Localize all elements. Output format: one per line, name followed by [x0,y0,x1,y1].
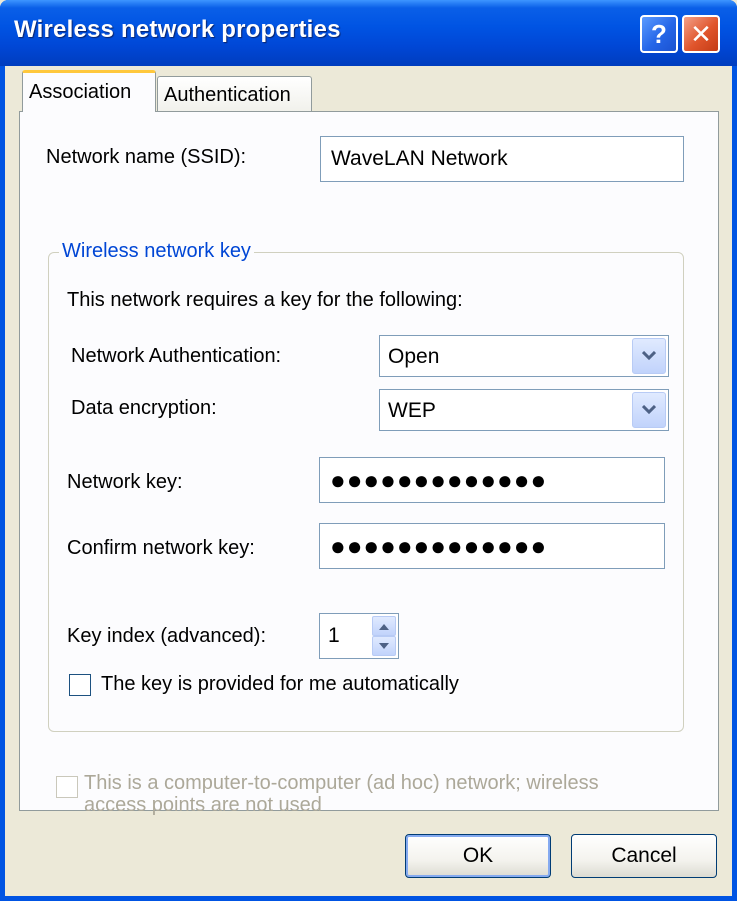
key-intro-text: This network requires a key for the foll… [67,289,463,311]
chevron-down-icon[interactable] [632,338,666,374]
spin-down-icon[interactable] [372,636,396,656]
cancel-button-label: Cancel [611,844,677,867]
network-key-label: Network key: [67,471,183,493]
confirm-key-input[interactable]: ●●●●●●●●●●●●● [319,523,665,569]
network-authentication-select[interactable]: Open [379,335,669,377]
dialog-window: Wireless network properties ? ✕ Associat… [0,0,737,901]
auto-key-label: The key is provided for me automatically [101,673,459,695]
group-title: Wireless network key [59,240,254,263]
window-title: Wireless network properties [14,16,341,43]
tab-association[interactable]: Association [22,70,156,112]
auto-key-checkbox[interactable] [69,674,91,696]
key-index-value: 1 [328,624,340,647]
chevron-down-icon[interactable] [632,392,666,428]
tab-association-label: Association [29,81,132,103]
adhoc-label-line1: This is a computer-to-computer (ad hoc) … [84,772,599,794]
key-index-spinner[interactable]: 1 [319,613,399,659]
question-mark-icon: ? [651,18,667,49]
help-button[interactable]: ? [640,15,678,53]
tab-panel-association: Network name (SSID): WaveLAN Network Wir… [19,111,719,816]
close-icon: ✕ [690,18,712,49]
cancel-button[interactable]: Cancel [571,834,717,878]
data-encryption-label: Data encryption: [71,397,217,419]
ok-button[interactable]: OK [405,834,551,878]
data-encryption-value: WEP [388,399,436,422]
ssid-value: WaveLAN Network [331,147,508,170]
title-bar[interactable]: Wireless network properties ? ✕ [0,0,737,66]
network-authentication-value: Open [388,345,440,368]
tab-authentication-label: Authentication [164,84,291,106]
key-index-label: Key index (advanced): [67,625,267,647]
tab-authentication[interactable]: Authentication [157,76,312,114]
spin-up-icon[interactable] [372,616,396,636]
wireless-key-group: Wireless network key This network requir… [48,240,684,732]
network-authentication-label: Network Authentication: [71,345,282,367]
ssid-input[interactable]: WaveLAN Network [320,136,684,182]
data-encryption-select[interactable]: WEP [379,389,669,431]
close-button[interactable]: ✕ [682,15,720,53]
ok-button-label: OK [462,844,494,867]
dialog-client-area: Association Authentication Network name … [5,66,732,896]
ssid-label: Network name (SSID): [46,146,247,168]
adhoc-checkbox[interactable] [56,776,78,798]
network-key-masked: ●●●●●●●●●●●●● [330,465,548,495]
network-key-input[interactable]: ●●●●●●●●●●●●● [319,457,665,503]
confirm-key-masked: ●●●●●●●●●●●●● [330,531,548,561]
adhoc-label-line2: access points are not used [84,794,322,816]
confirm-key-label: Confirm network key: [67,537,255,559]
